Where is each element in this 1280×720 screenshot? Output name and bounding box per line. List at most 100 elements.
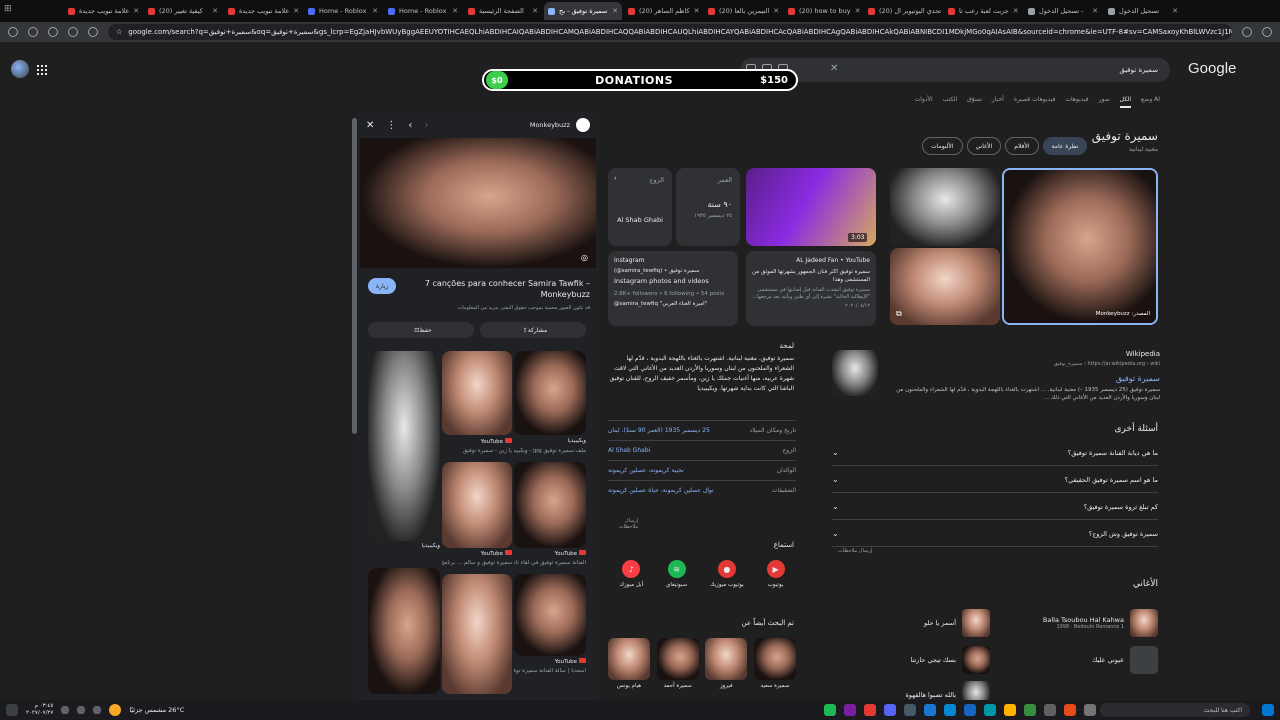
song-item[interactable]: أسمر يا حلو — [880, 608, 990, 638]
listen-apple-music[interactable]: ♪ أبل ميوزك — [619, 560, 643, 588]
wifi-icon[interactable] — [61, 706, 70, 714]
fact-value[interactable]: نجيبة كريمونة، عصلين كريمونة — [608, 467, 684, 474]
close-tab-icon[interactable]: ✕ — [855, 7, 861, 15]
close-tab-icon[interactable]: ✕ — [1013, 7, 1019, 15]
browser-tab[interactable]: (20) التيمرين بالعا ✕ — [704, 2, 782, 20]
more-options-icon[interactable]: ⋮ — [386, 120, 396, 131]
extension-icon[interactable] — [88, 27, 98, 37]
paa-question[interactable]: ما هي ديانة الفنانة سميرة توفيق؟ ⌄ — [832, 440, 1158, 466]
related-image[interactable] — [442, 462, 512, 548]
visit-button[interactable]: زيارة — [368, 278, 397, 294]
share-button[interactable]: ⇪ مشاركة — [480, 322, 586, 338]
clock[interactable]: ٠٣:٤٥ م ٢٠٢٧/٠٧/٢٧ — [26, 703, 53, 717]
notifications-icon[interactable] — [6, 704, 18, 716]
song-item[interactable]: Balla Tsoubou Hal Kahwa 1998 · Bedouin R… — [1010, 608, 1158, 638]
app-icon[interactable] — [844, 704, 856, 716]
wikipedia-title[interactable]: سميرة توفيق — [1116, 374, 1160, 383]
fact-value[interactable]: Al Shab Ghabi — [608, 447, 650, 454]
related-person[interactable]: هيام يونس — [608, 638, 651, 689]
browser-tab[interactable]: (20) كاظم الساهر ✕ — [624, 2, 702, 20]
close-icon[interactable]: ✕ — [366, 120, 374, 131]
listen-youtube-music[interactable]: ● يوتيوب ميوزيك — [710, 560, 744, 588]
panel-source[interactable]: Monkeybuzz — [530, 118, 590, 132]
browser-tab[interactable]: Home - Roblox ✕ — [384, 2, 462, 20]
telegram-icon[interactable] — [984, 704, 996, 716]
fact-value[interactable]: نوال عصلين كريمونة، حياة عصلين كريمونة — [608, 487, 714, 494]
song-item[interactable]: بسك تيجي حارتنا — [880, 645, 990, 675]
related-image[interactable] — [368, 351, 440, 541]
browser-tab[interactable]: Home - Roblox ✕ — [304, 2, 382, 20]
tab-books[interactable]: الكتب — [943, 96, 958, 108]
chevron-left-icon[interactable]: ‹ — [408, 120, 412, 131]
chevron-right-icon[interactable]: › — [424, 120, 428, 131]
windows-start-icon[interactable] — [1262, 704, 1274, 716]
taskbar-search[interactable]: اكتب هنا للبحث — [1100, 703, 1250, 717]
youtube-card[interactable]: AL Jadeed Fan • YouTube سميرة توفيق اكثر… — [746, 251, 876, 326]
browser-tab[interactable]: (20) تحدي اليوتيوبر ال✕ — [864, 2, 942, 20]
close-tab-icon[interactable]: ✕ — [532, 7, 538, 15]
song-item[interactable]: بالله تصبوا هالقهوة — [880, 680, 990, 700]
songs-title[interactable]: الأغاني — [1133, 579, 1158, 589]
close-tab-icon[interactable]: ✕ — [372, 7, 378, 15]
browser-tab[interactable]: (20) كيفية تغيير ✕ — [144, 2, 222, 20]
extension-icon[interactable] — [68, 27, 78, 37]
related-person[interactable]: سميرة سعيد — [754, 638, 796, 689]
related-image[interactable] — [368, 568, 440, 694]
chevron-right-icon[interactable]: › — [614, 174, 617, 182]
browser-tab-active[interactable]: سميرة توفيق - بح ✕ — [544, 2, 622, 20]
tab-ai-mode[interactable]: وضع AI — [1141, 96, 1160, 108]
image-tile[interactable] — [890, 168, 1000, 246]
close-tab-icon[interactable]: ✕ — [293, 7, 299, 15]
related-image[interactable] — [442, 351, 512, 435]
weather-text[interactable]: 26°C مشمس جزئيًا — [129, 706, 184, 714]
google-logo[interactable]: Google — [1188, 60, 1236, 77]
battery-icon[interactable] — [93, 706, 102, 714]
browser-tab[interactable]: علامة تبويب جديدة ✕ — [224, 2, 302, 20]
related-image[interactable] — [514, 351, 586, 435]
close-tab-icon[interactable]: ✕ — [694, 7, 700, 15]
close-tab-icon[interactable]: ✕ — [612, 7, 618, 15]
app-icon[interactable] — [944, 704, 956, 716]
close-tab-icon[interactable]: ✕ — [212, 7, 218, 15]
steam-icon[interactable] — [964, 704, 976, 716]
chip-films[interactable]: الأفلام — [1005, 137, 1039, 155]
panel-scrollbar[interactable] — [352, 112, 357, 700]
close-tab-icon[interactable]: ✕ — [452, 7, 458, 15]
xbox-icon[interactable] — [1024, 704, 1036, 716]
tab-shopping[interactable]: تسوّق — [967, 96, 982, 108]
listen-spotify[interactable]: ≋ سبوتيفاي — [666, 560, 687, 588]
close-tab-icon[interactable]: ✕ — [133, 7, 139, 15]
volume-icon[interactable] — [77, 706, 86, 714]
tab-all[interactable]: الكل — [1119, 96, 1132, 108]
browser-tab[interactable]: (20) how to buy ✕ — [784, 2, 862, 20]
close-tab-icon[interactable]: ✕ — [1092, 7, 1098, 15]
related-image[interactable] — [514, 574, 586, 656]
panel-hero-image[interactable]: ◎ — [360, 138, 596, 268]
task-view-icon[interactable] — [1084, 704, 1096, 716]
menu-icon[interactable] — [1262, 27, 1272, 37]
video-thumbnail[interactable]: 3:03 — [746, 168, 876, 246]
spouse-card[interactable]: الزوج › Al Shab Ghabi — [608, 168, 672, 246]
weather-icon[interactable] — [109, 704, 122, 716]
chrome-icon[interactable] — [1064, 704, 1076, 716]
browser-tab[interactable]: جربت لعبة رعب تا ✕ — [944, 2, 1022, 20]
reload-icon[interactable] — [28, 27, 38, 37]
save-button[interactable]: ⊡ حفظ — [368, 322, 474, 338]
account-avatar[interactable] — [11, 60, 29, 78]
chip-overview[interactable]: نظرة عامة — [1042, 137, 1088, 155]
paa-question[interactable]: سميرة توفيق وش الزوج؟ ⌄ — [832, 521, 1158, 547]
tab-videos[interactable]: فيديوهات — [1065, 96, 1088, 108]
app-icon[interactable] — [924, 704, 936, 716]
app-icon[interactable] — [824, 704, 836, 716]
app-icon[interactable] — [864, 704, 876, 716]
related-person[interactable]: سميرة أحمد — [656, 638, 699, 689]
browser-tab[interactable]: تسجيل الدخول - ✕ — [1024, 2, 1102, 20]
close-tab-icon[interactable]: ✕ — [1172, 7, 1178, 15]
related-image[interactable] — [514, 462, 586, 548]
star-icon[interactable]: ☆ — [116, 28, 122, 36]
profile-icon[interactable] — [1242, 27, 1252, 37]
extension-icon[interactable] — [48, 27, 58, 37]
discord-icon[interactable] — [884, 704, 896, 716]
feedback-link[interactable]: إرسال ملاحظات — [832, 548, 872, 554]
tab-tools[interactable]: الأدوات — [915, 96, 933, 108]
